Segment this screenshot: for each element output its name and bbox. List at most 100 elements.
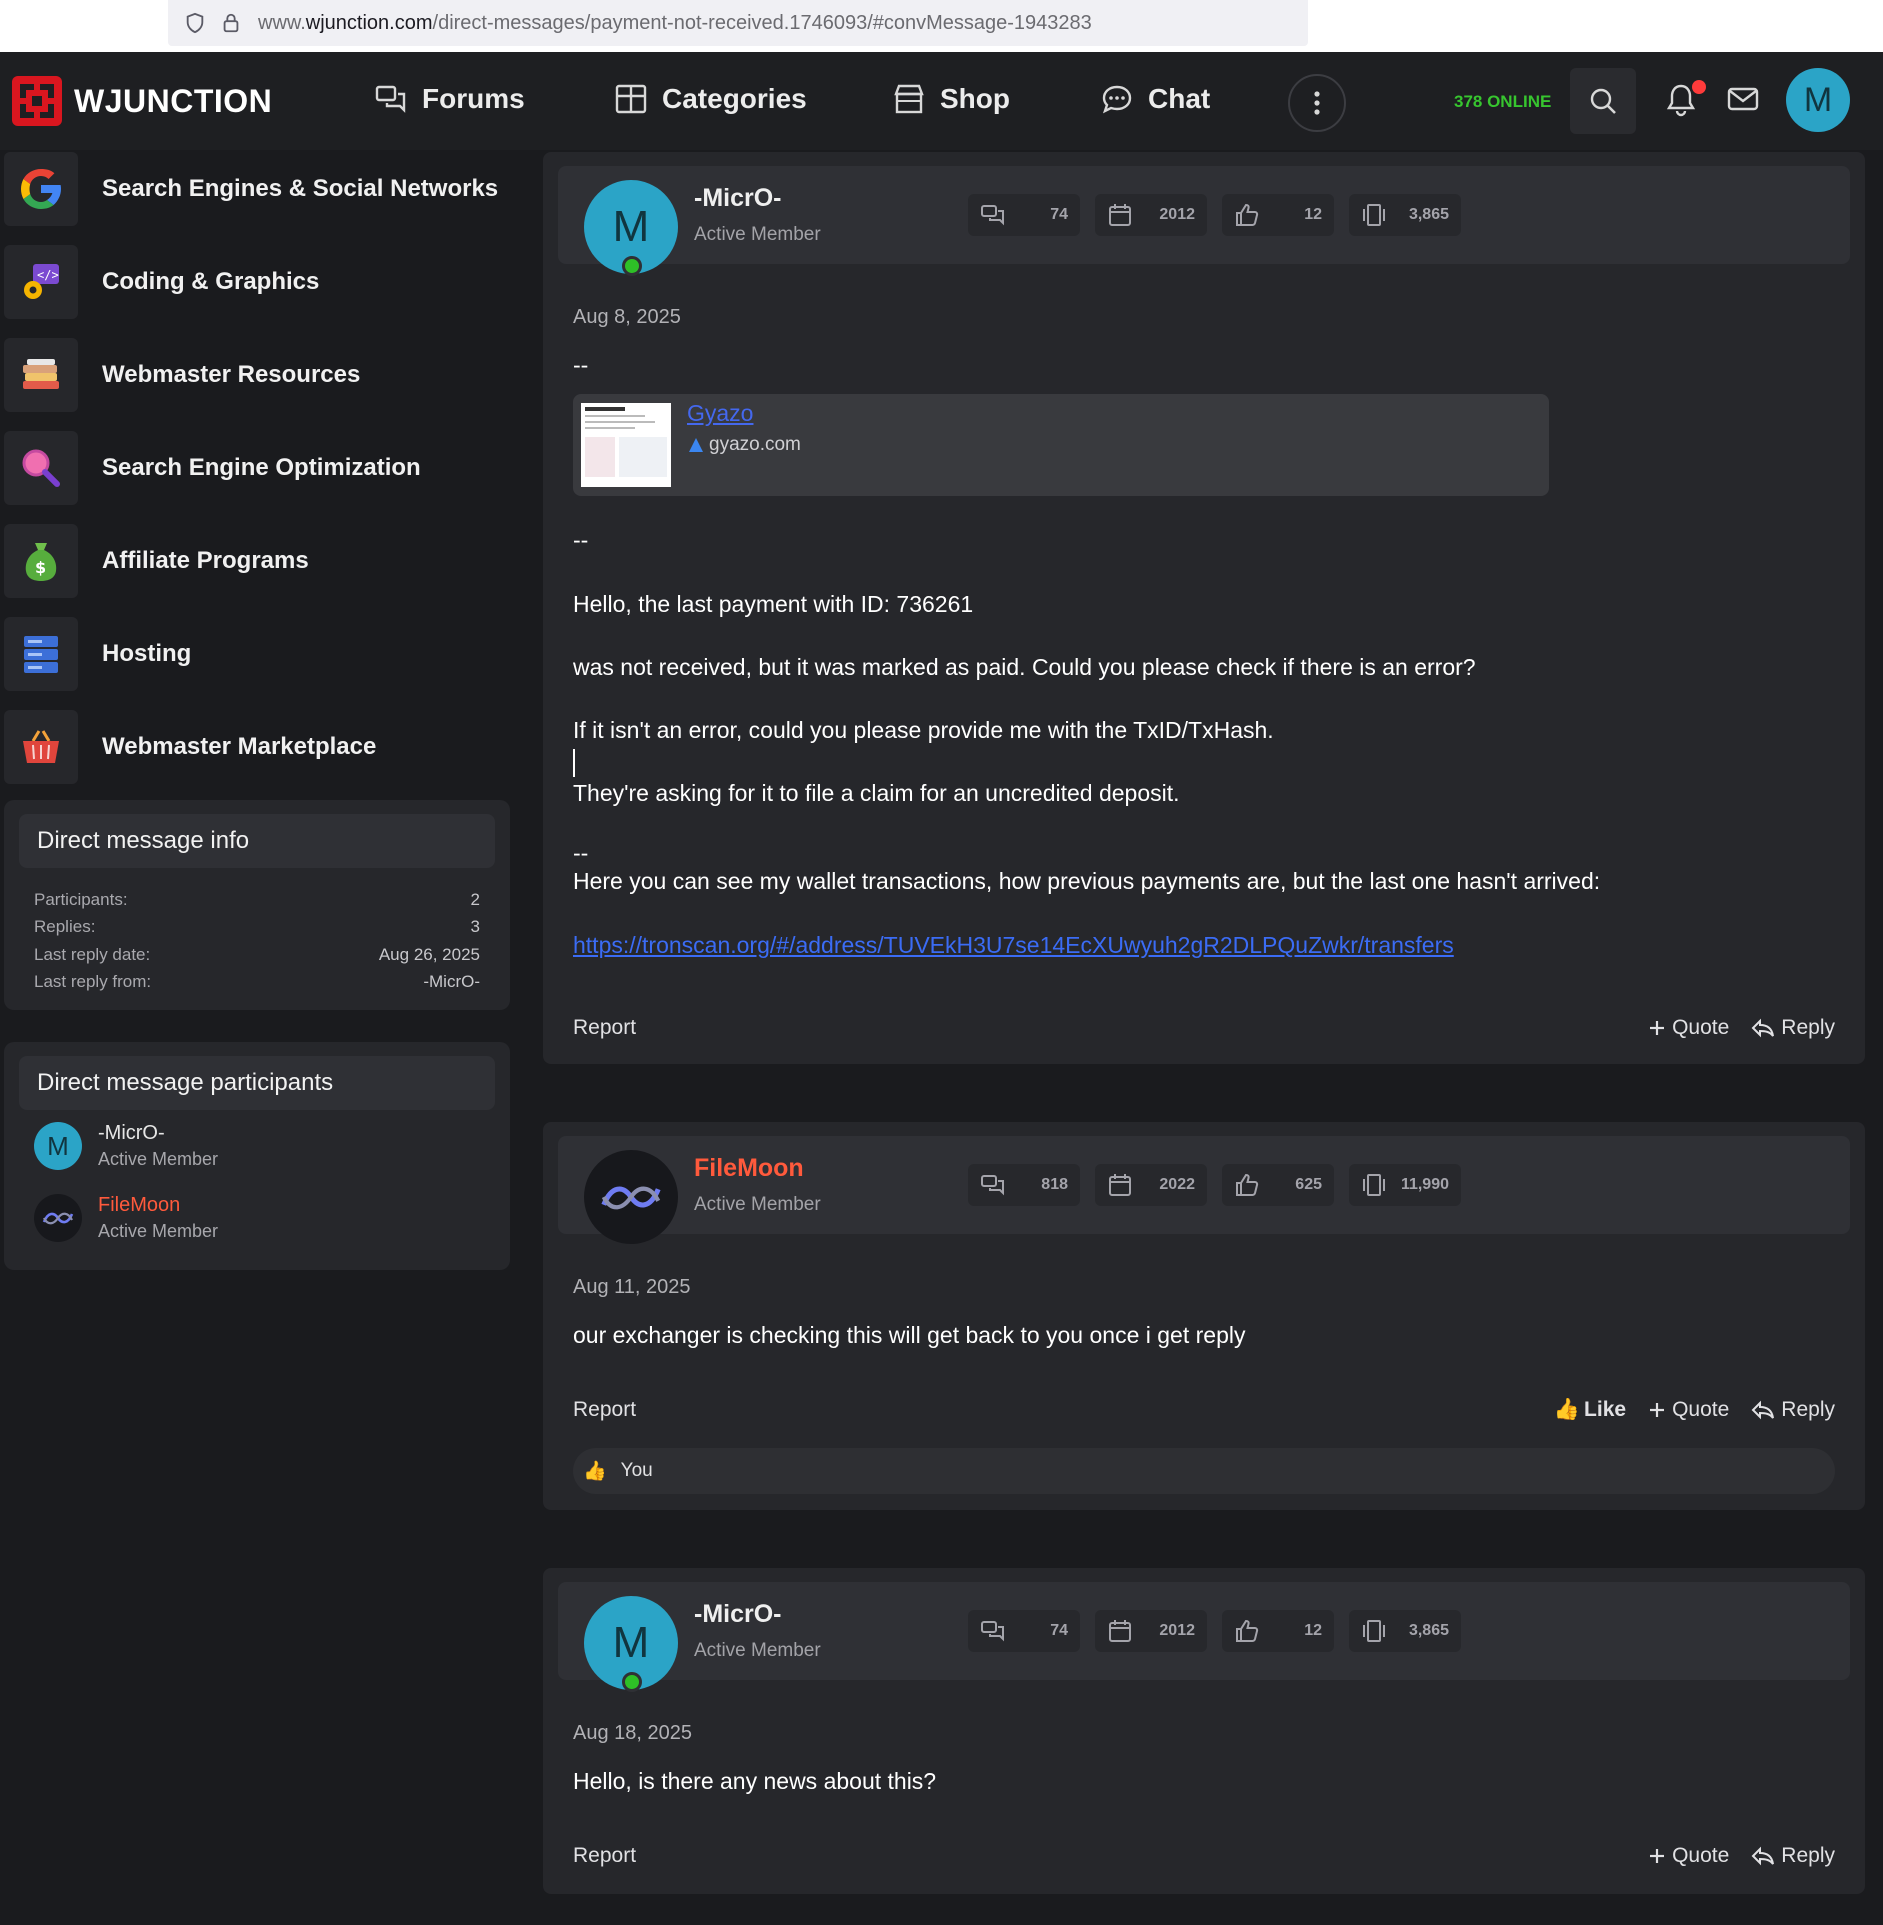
reaction-users[interactable]: You [621, 1460, 653, 1482]
message-paragraph: They're asking for it to file a claim fo… [573, 780, 1180, 806]
messages-icon [981, 205, 1004, 226]
sidebar-item-seo[interactable]: Search Engine Optimization [4, 429, 510, 507]
message-post: M -MicrO- Active Member 74 2012 12 3,865… [543, 1568, 1865, 1894]
nav-categories[interactable]: Categories [614, 82, 807, 116]
basket-icon [4, 710, 78, 784]
address-bar[interactable]: www.wjunction.com/direct-messages/paymen… [168, 0, 1308, 46]
post-author-role: Active Member [694, 1194, 821, 1215]
post-author-name[interactable]: FileMoon [694, 1154, 804, 1183]
embed-domain: gyazo.com [687, 434, 801, 456]
message-post: FileMoon Active Member 818 2022 625 11,9… [543, 1122, 1865, 1510]
nav-forums-label: Forums [422, 83, 525, 114]
post-date[interactable]: Aug 8, 2025 [573, 306, 681, 329]
info-key: Replies: [34, 917, 96, 936]
chat-icon [1102, 85, 1132, 114]
online-indicator [622, 1672, 642, 1692]
post-author-header: M -MicrO- Active Member 74 2012 12 3,865 [558, 1582, 1850, 1692]
avatar[interactable]: M [584, 1596, 678, 1692]
embed-domain-text: gyazo.com [709, 434, 801, 455]
shop-icon [894, 84, 924, 114]
lock-icon [223, 13, 239, 33]
message-paragraph: Here you can see my wallet transactions,… [573, 868, 1601, 894]
more-menu-button[interactable] [1288, 74, 1346, 132]
embed-title[interactable]: Gyazo [687, 400, 753, 427]
stat-value: 625 [1295, 1176, 1322, 1193]
nav-forums[interactable]: Forums [374, 82, 525, 116]
reply-button[interactable]: Reply [1751, 1398, 1835, 1422]
thumbs-up-icon [1236, 1173, 1259, 1196]
nav-chat[interactable]: Chat [1100, 82, 1210, 116]
categories-icon [615, 84, 647, 114]
filemoon-avatar-icon[interactable] [34, 1194, 82, 1242]
participant-role: Active Member [98, 1149, 219, 1169]
user-avatar[interactable]: M [1786, 68, 1850, 132]
like-button[interactable]: 👍 Like [1554, 1398, 1626, 1422]
sidebar-item-webmaster-marketplace[interactable]: Webmaster Marketplace [4, 708, 510, 786]
site-logo[interactable]: WJUNCTION [12, 76, 272, 126]
participant-filemoon[interactable]: FileMoon Active Member [34, 1194, 218, 1242]
info-key: Last reply date: [34, 945, 151, 964]
link-embed-gyazo[interactable]: Gyazo gyazo.com [573, 394, 1549, 496]
stat-value: 12 [1304, 206, 1322, 223]
calendar-icon [1109, 1174, 1131, 1196]
sidebar-item-hosting[interactable]: Hosting [4, 615, 510, 693]
info-key: Participants: [34, 890, 128, 909]
stat-joined: 2012 [1095, 194, 1207, 236]
participant-name[interactable]: -MicrO- [98, 1122, 218, 1145]
stat-points: 3,865 [1349, 1610, 1461, 1652]
reply-icon [1751, 1400, 1775, 1420]
stat-value: 74 [1050, 1622, 1068, 1639]
post-date[interactable]: Aug 11, 2025 [573, 1276, 691, 1299]
search-button[interactable] [1570, 68, 1636, 134]
notifications-button[interactable] [1664, 80, 1706, 122]
text-cursor [573, 749, 575, 777]
participant-name[interactable]: FileMoon [98, 1194, 218, 1217]
filemoon-avatar-icon[interactable] [584, 1150, 678, 1244]
online-count[interactable]: 378 ONLINE [1454, 92, 1551, 112]
report-link[interactable]: Report [573, 1844, 1626, 1868]
avatar[interactable]: M [584, 180, 678, 276]
reply-button[interactable]: Reply [1751, 1016, 1835, 1040]
nav-chat-label: Chat [1148, 83, 1211, 114]
reply-label: Reply [1781, 1398, 1835, 1421]
message-post: M -MicrO- Active Member 74 2012 12 3,865… [543, 152, 1865, 1064]
svg-text:</>: </> [37, 268, 59, 282]
message-paragraph: our exchanger is checking this will get … [573, 1322, 1246, 1348]
quote-button[interactable]: Quote [1648, 1844, 1729, 1868]
url-text: www.wjunction.com/direct-messages/paymen… [258, 12, 1092, 35]
embed-thumbnail[interactable] [581, 403, 671, 487]
plus-icon [1650, 1403, 1665, 1417]
nav-shop[interactable]: Shop [892, 82, 1010, 116]
post-actions: Report 👍 Like Quote Reply [573, 1398, 1835, 1422]
messages-icon [981, 1621, 1004, 1642]
reactions-bar[interactable]: 👍 You [573, 1448, 1835, 1494]
envelope-icon [1727, 87, 1759, 111]
participant-micro[interactable]: M -MicrO- Active Member [34, 1122, 218, 1170]
inbox-button[interactable] [1726, 84, 1760, 118]
svg-text:$: $ [35, 558, 46, 577]
sidebar-item-webmaster-resources[interactable]: Webmaster Resources [4, 336, 510, 414]
info-row-last-reply-date: Last reply date: Aug 26, 2025 [34, 945, 480, 965]
quote-button[interactable]: Quote [1648, 1398, 1729, 1422]
tronscan-link[interactable]: https://tronscan.org/#/address/TUVEkH3U7… [573, 932, 1454, 959]
books-icon [4, 338, 78, 412]
message-paragraph: If it isn't an error, could you please p… [573, 717, 1274, 743]
sidebar-item-affiliate-programs[interactable]: $ Affiliate Programs [4, 522, 510, 600]
sidebar-item-coding-graphics[interactable]: </> Coding & Graphics [4, 243, 510, 321]
gyazo-favicon-icon [689, 438, 703, 452]
report-link[interactable]: Report [573, 1398, 1532, 1422]
reply-button[interactable]: Reply [1751, 1844, 1835, 1868]
post-date[interactable]: Aug 18, 2025 [573, 1722, 692, 1745]
post-author-name[interactable]: -MicrO- [694, 184, 782, 213]
stat-joined: 2022 [1095, 1164, 1207, 1206]
forums-icon [375, 85, 406, 113]
info-value[interactable]: -MicrO- [423, 972, 480, 992]
separator-text: -- [573, 352, 589, 378]
report-link[interactable]: Report [573, 1016, 1626, 1040]
quote-button[interactable]: Quote [1648, 1016, 1729, 1040]
avatar[interactable]: M [34, 1122, 82, 1170]
dm-participants-panel: Direct message participants M -MicrO- Ac… [4, 1042, 510, 1270]
post-author-name[interactable]: -MicrO- [694, 1600, 782, 1629]
sidebar-item-search-engines[interactable]: Search Engines & Social Networks [4, 150, 510, 228]
wjunction-logo-icon [12, 76, 62, 126]
